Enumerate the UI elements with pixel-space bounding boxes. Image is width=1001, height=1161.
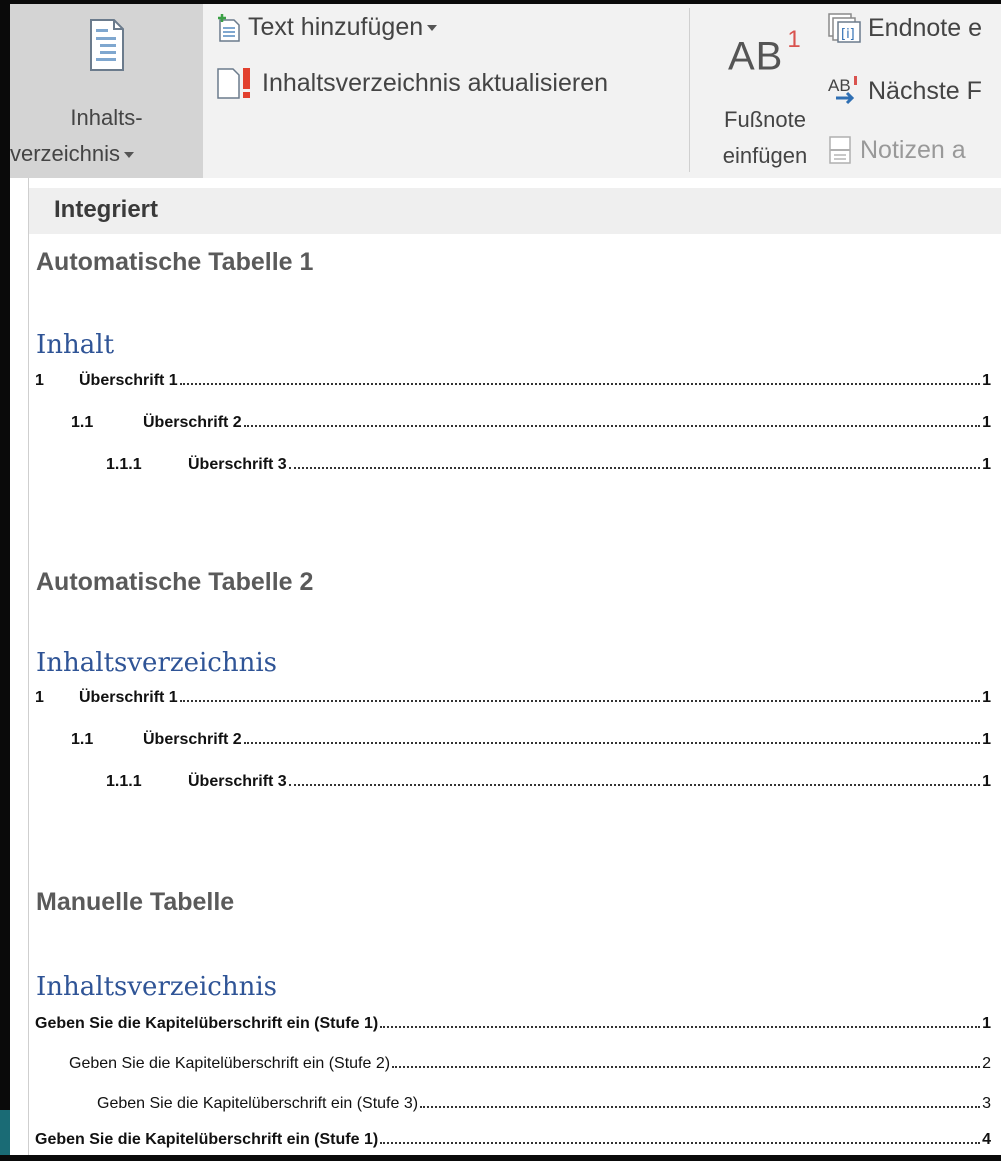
table-of-contents-icon: [90, 19, 124, 76]
bottom-border: [0, 1155, 1001, 1161]
chevron-down-icon: [124, 152, 135, 159]
option-title: Automatische Tabelle 1: [36, 248, 314, 276]
add-text-icon: [216, 13, 242, 42]
update-table-label: Inhaltsverzeichnis aktualisieren: [262, 68, 609, 97]
toc-heading: Inhalt: [36, 330, 115, 360]
toc-entry: Geben Sie die Kapitelüberschrift ein (St…: [97, 1095, 991, 1112]
insert-endnote-label: Endnote e: [868, 13, 982, 42]
group-separator: [689, 8, 690, 172]
toc-option-auto1[interactable]: Automatische Tabelle 1 Inhalt 1 Überschr…: [29, 238, 1001, 478]
option-title: Automatische Tabelle 2: [36, 568, 314, 596]
category-label: Integriert: [54, 196, 159, 223]
toc-entry: 1.1 Überschrift 21: [71, 414, 991, 431]
table-of-contents-button[interactable]: Inhalts- verzeichnis: [10, 4, 203, 178]
footnote-label-line2: einfügen: [722, 143, 808, 168]
next-footnote-icon: AB: [828, 76, 862, 106]
left-border: [0, 0, 10, 1161]
toc-button-label-line1: Inhalts-: [70, 105, 143, 130]
gallery-category-header: Integriert: [29, 188, 1001, 234]
option-title: Manuelle Tabelle: [36, 888, 235, 916]
toc-entry: 1.1 Überschrift 21: [71, 731, 991, 748]
update-table-icon: [216, 67, 256, 99]
toc-entry: 1 Überschrift 11: [35, 372, 991, 389]
toc-heading: Inhaltsverzeichnis: [36, 648, 277, 678]
endnote-icon: [i]: [828, 13, 862, 43]
add-text-label: Text hinzufügen: [248, 13, 424, 41]
show-notes-label: Notizen a: [860, 135, 966, 164]
toc-option-auto2[interactable]: Automatische Tabelle 2 Inhaltsverzeichni…: [29, 558, 1001, 798]
add-text-button[interactable]: Text hinzufügen: [216, 13, 438, 42]
insert-endnote-button[interactable]: [i] Endnote e: [828, 13, 982, 43]
toc-entry: 1 Überschrift 11: [35, 689, 991, 706]
toc-heading: Inhaltsverzeichnis: [36, 972, 277, 1002]
footnote-icon: AB 1: [728, 26, 802, 79]
toc-entry: Geben Sie die Kapitelüberschrift ein (St…: [69, 1055, 991, 1072]
toc-button-label-line2: verzeichnis: [10, 141, 135, 167]
toc-entry: 1.1.1 Überschrift 31: [106, 773, 991, 790]
show-notes-button[interactable]: Notizen a: [828, 135, 966, 165]
toc-entry: Geben Sie die Kapitelüberschrift ein (St…: [35, 1131, 991, 1148]
toc-gallery: Integriert Automatische Tabelle 1 Inhalt…: [28, 178, 1001, 1155]
toc-entry: Geben Sie die Kapitelüberschrift ein (St…: [35, 1015, 991, 1032]
insert-footnote-button[interactable]: AB 1 Fußnote einfügen: [700, 4, 820, 178]
show-notes-icon: [828, 135, 854, 165]
toc-entry: 1.1.1 Überschrift 31: [106, 456, 991, 473]
taskbar-edge: [0, 1110, 10, 1155]
svg-text:[i]: [i]: [841, 27, 855, 42]
next-footnote-button[interactable]: AB Nächste F: [828, 76, 982, 106]
footnote-label-line1: Fußnote: [724, 107, 806, 132]
word-window: Inhalts- verzeichnis Text hinzufügen Inh…: [0, 0, 1001, 1161]
references-ribbon: Inhalts- verzeichnis Text hinzufügen Inh…: [10, 4, 1001, 178]
update-table-button[interactable]: Inhaltsverzeichnis aktualisieren: [216, 67, 608, 99]
next-footnote-label: Nächste F: [868, 76, 982, 105]
chevron-down-icon: [427, 24, 438, 31]
toc-option-manual[interactable]: Manuelle Tabelle Inhaltsverzeichnis Gebe…: [29, 878, 1001, 1155]
